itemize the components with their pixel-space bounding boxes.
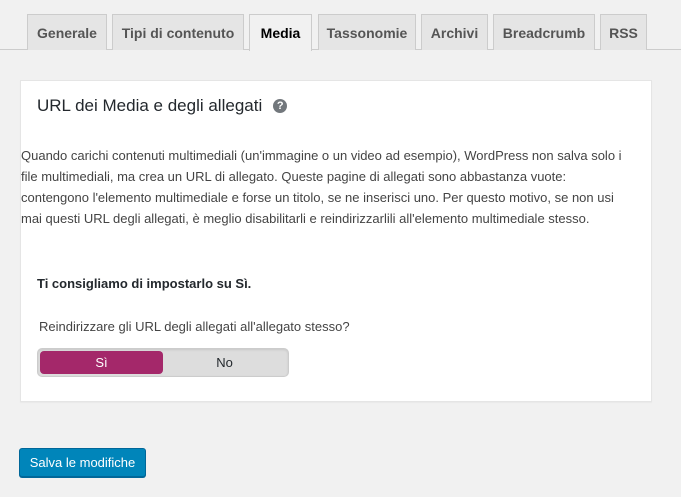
save-changes-button[interactable]: Salva le modifiche <box>19 448 146 477</box>
tab-breadcrumb[interactable]: Breadcrumb <box>493 14 595 50</box>
description-text: Quando carichi contenuti multimediali (u… <box>21 145 639 229</box>
settings-tab-bar: Generale Tipi di contenuto Media Tassono… <box>0 0 681 51</box>
redirect-toggle[interactable]: Sì No <box>37 348 289 377</box>
description-line: Quando carichi contenuti multimediali (u… <box>21 148 622 163</box>
recommendation-text: Ti consigliamo di impostarlo su Sì. <box>37 276 252 291</box>
question-circle-icon[interactable]: ? <box>273 99 288 113</box>
tab-tassonomie[interactable]: Tassonomie <box>318 14 416 50</box>
description-line: file multimediali, ma crea un URL di all… <box>21 169 567 184</box>
toggle-option-yes[interactable]: Sì <box>40 351 163 374</box>
description-line: mai questi URL degli allegati, è meglio … <box>21 211 590 226</box>
media-settings-card: URL dei Media e degli allegati ? Quando … <box>20 80 652 402</box>
redirect-question-label: Reindirizzare gli URL degli allegati all… <box>39 319 350 334</box>
tab-tipi-di-contenuto[interactable]: Tipi di contenuto <box>112 14 244 50</box>
description-line: contengono l'elemento multimediale e for… <box>21 190 614 205</box>
tab-archivi[interactable]: Archivi <box>421 14 488 50</box>
tab-media[interactable]: Media <box>249 14 312 51</box>
toggle-option-no[interactable]: No <box>163 351 286 374</box>
tab-generale[interactable]: Generale <box>27 14 107 50</box>
card-title: URL dei Media e degli allegati <box>37 96 263 115</box>
tab-rss[interactable]: RSS <box>600 14 647 50</box>
card-header: URL dei Media e degli allegati ? <box>37 96 288 116</box>
